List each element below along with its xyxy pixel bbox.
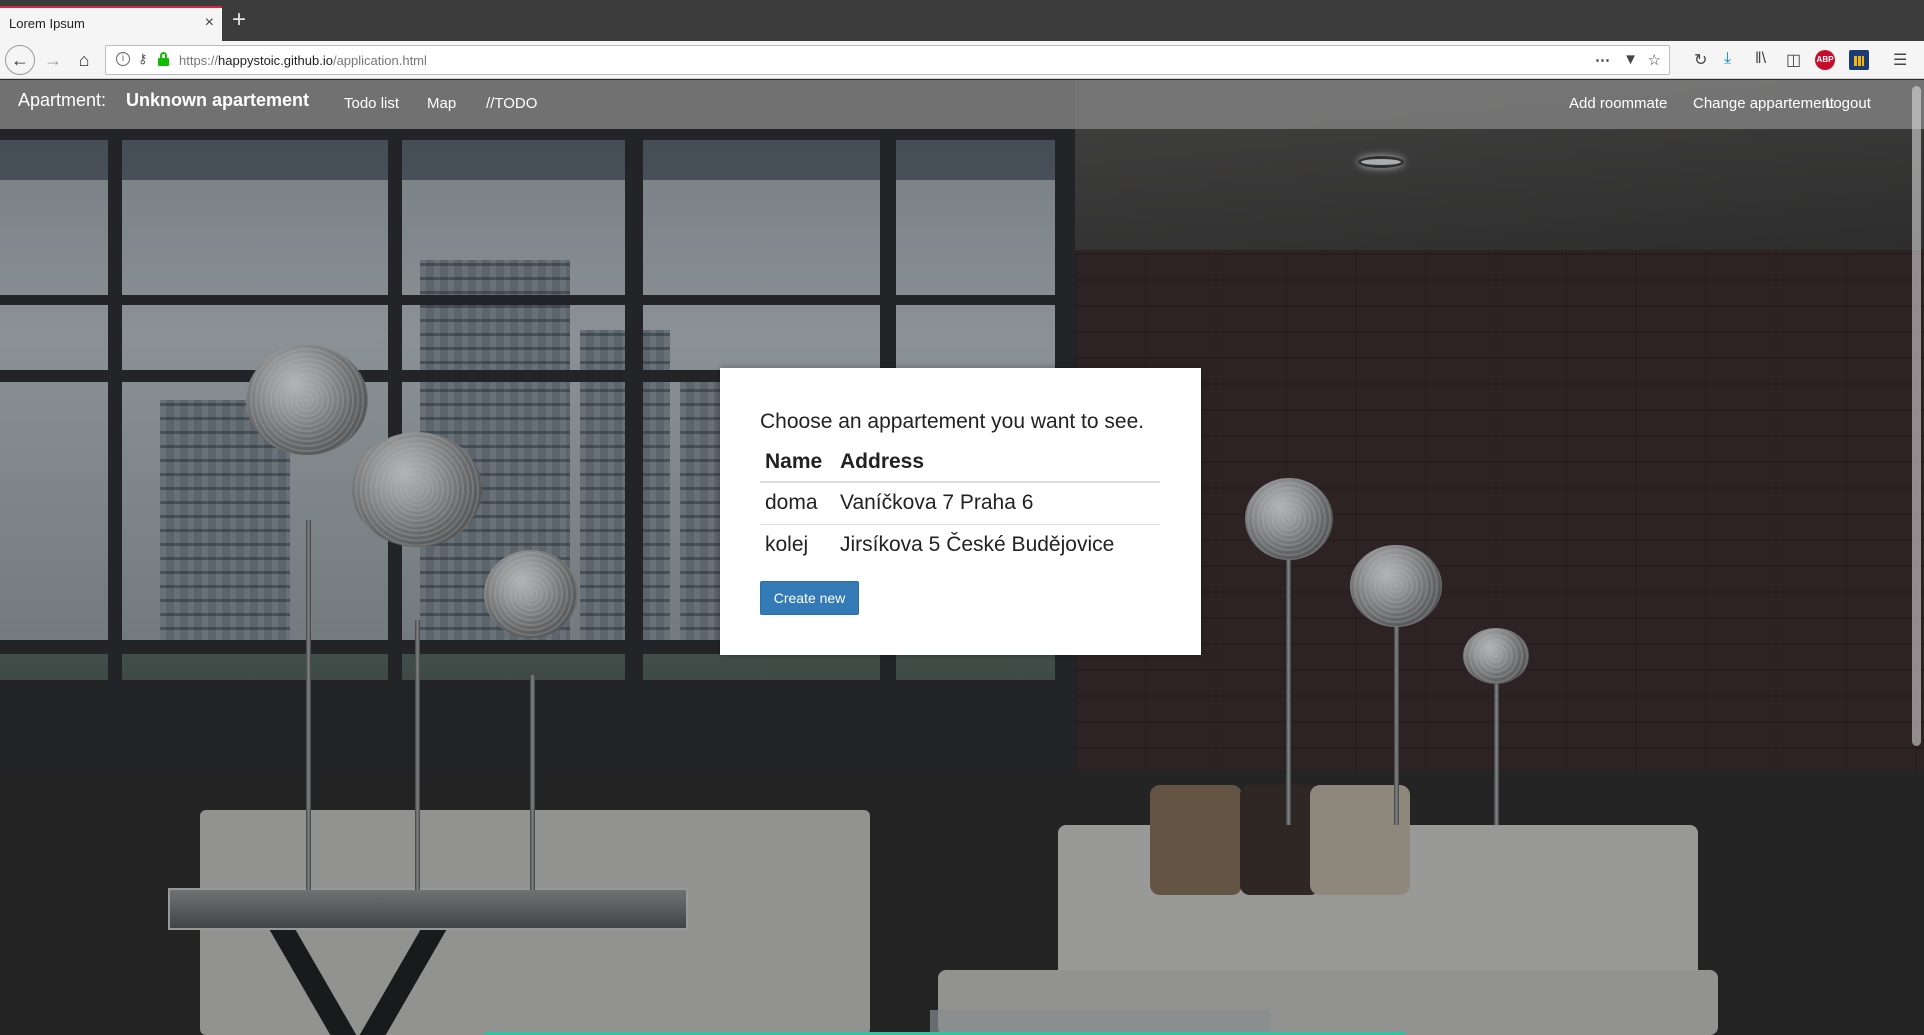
browser-toolbar: ← → ⌂ i ⚷ https://happystoic.github.io/a… <box>0 41 1924 79</box>
url-scheme: https:// <box>179 53 219 68</box>
apartment-address[interactable]: Jirsíkova 5 České Budějovice <box>835 524 1160 566</box>
new-tab-icon[interactable]: + <box>232 8 246 32</box>
header-address: Address <box>835 444 1160 483</box>
download-icon[interactable]: ⤓ <box>1724 50 1731 68</box>
pocket-icon[interactable]: ▼ <box>1623 51 1638 68</box>
back-icon[interactable]: ← <box>5 45 35 75</box>
reload-icon[interactable]: ↻ <box>1694 50 1707 70</box>
tab-close-icon[interactable]: × <box>205 14 214 32</box>
url-text[interactable]: https://happystoic.github.io/application… <box>179 53 427 68</box>
header-name: Name <box>760 444 835 483</box>
tab-title: Lorem Ipsum <box>9 16 85 31</box>
home-icon[interactable]: ⌂ <box>71 47 97 73</box>
brand-label: Apartment: <box>18 90 107 110</box>
lock-icon[interactable] <box>158 52 169 66</box>
apartment-name[interactable]: doma <box>760 481 835 525</box>
scrollbar-thumb[interactable] <box>1912 86 1921 746</box>
create-new-button[interactable]: Create new <box>760 581 859 615</box>
library-icon[interactable]: ‖\ <box>1755 50 1766 68</box>
nav-todo-list[interactable]: Todo list <box>344 95 399 112</box>
info-icon[interactable]: i <box>116 52 130 66</box>
browser-tab[interactable]: Lorem Ipsum × <box>0 6 222 41</box>
adblock-icon[interactable]: ABP <box>1815 50 1835 70</box>
extension-icon[interactable] <box>1849 50 1869 70</box>
table-row[interactable]: doma Vaníčkova 7 Praha 6 <box>760 481 1160 525</box>
nav-logout[interactable]: Logout <box>1825 95 1871 112</box>
bookmark-star-icon[interactable]: ☆ <box>1648 51 1661 69</box>
app-navbar: Apartment: Unknown apartement Todo list … <box>0 80 1924 129</box>
nav-change-appartement[interactable]: Change appartement <box>1693 95 1834 112</box>
more-icon[interactable]: ⋯ <box>1595 51 1611 69</box>
url-bar[interactable]: i ⚷ https://happystoic.github.io/applica… <box>105 45 1670 75</box>
nav-todo[interactable]: //TODO <box>486 95 537 112</box>
dialog-title: Choose an appartement you want to see. <box>760 410 1145 433</box>
menu-icon[interactable]: ☰ <box>1893 50 1907 70</box>
apartment-address[interactable]: Vaníčkova 7 Praha 6 <box>835 481 1160 525</box>
table-header-row: Name Address <box>760 444 1160 483</box>
url-host: happystoic.github.io <box>218 53 333 68</box>
key-icon[interactable]: ⚷ <box>138 51 148 67</box>
page-scrollbar[interactable] <box>1908 80 1924 1035</box>
current-apartment-name[interactable]: Unknown apartement <box>126 90 309 111</box>
nav-map[interactable]: Map <box>427 95 456 112</box>
forward-icon[interactable]: → <box>40 47 66 73</box>
browser-tabstrip: Lorem Ipsum × + <box>0 0 1924 41</box>
apartments-table: Name Address doma Vaníčkova 7 Praha 6 ko… <box>760 444 1160 566</box>
sidebar-icon[interactable]: ◫ <box>1786 50 1801 70</box>
url-path: /application.html <box>332 53 427 68</box>
web-page: Apartment: Unknown apartement Todo list … <box>0 80 1924 1035</box>
apartment-name[interactable]: kolej <box>760 524 835 566</box>
choose-apartment-dialog: Choose an appartement you want to see. N… <box>720 368 1201 655</box>
table-row[interactable]: kolej Jirsíkova 5 České Budějovice <box>760 524 1160 566</box>
nav-add-roommate[interactable]: Add roommate <box>1569 95 1667 112</box>
